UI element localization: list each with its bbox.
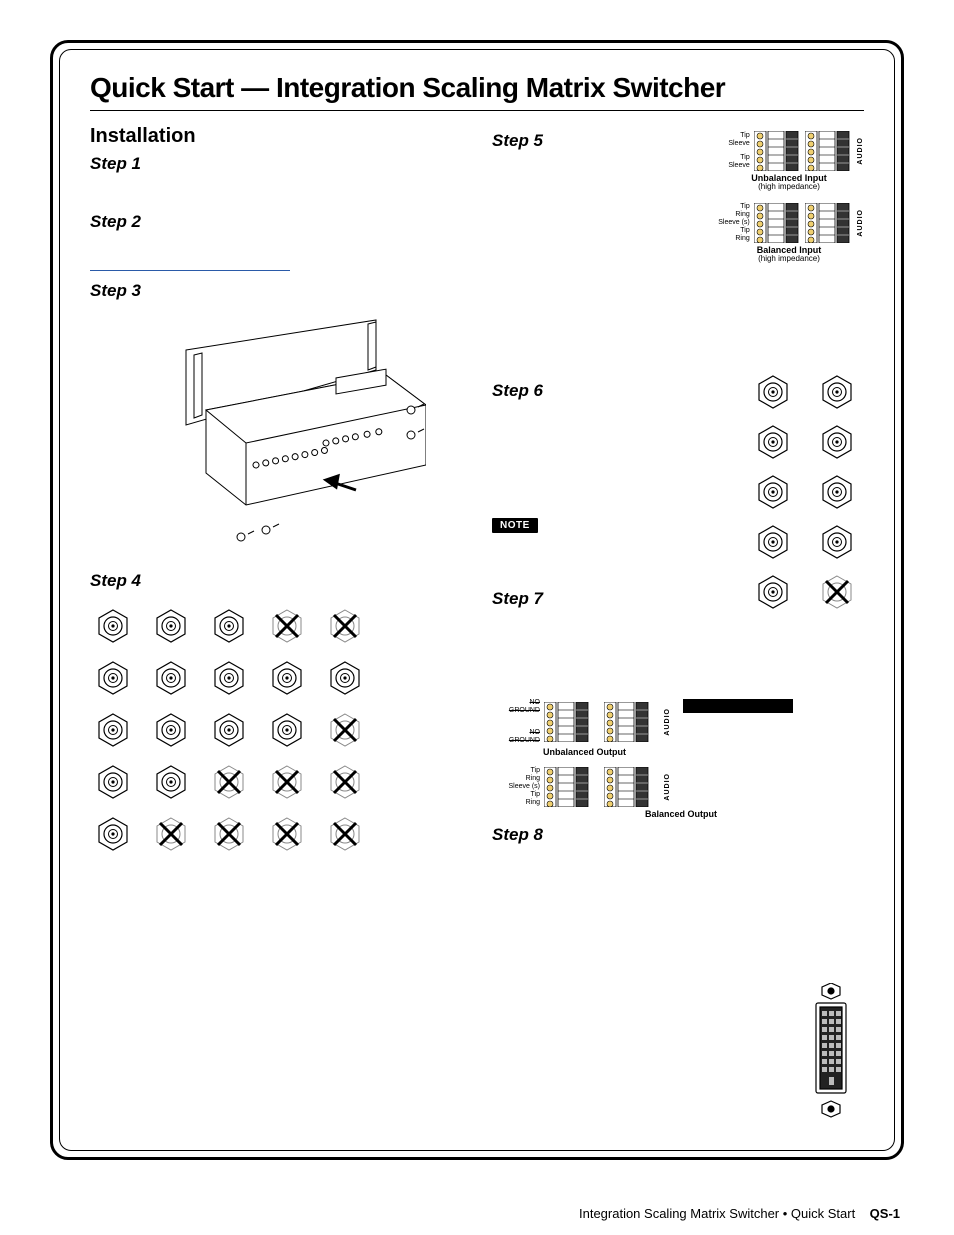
audio-side-label: AUDIO xyxy=(664,708,671,736)
footer-page: QS-1 xyxy=(870,1206,900,1221)
wire-label: Sleeve (s) xyxy=(498,783,540,791)
bnc-connector xyxy=(756,525,790,559)
bnc-not-used xyxy=(212,817,246,851)
audio-input-diagrams: Tip Sleeve Tip Sleeve AUDIO Unb xyxy=(714,131,864,263)
bnc-not-used xyxy=(212,765,246,799)
step-1-heading: Step 1 xyxy=(90,154,462,174)
bnc-connector xyxy=(756,475,790,509)
section-installation: Installation xyxy=(90,125,462,148)
left-column: Installation Step 1 Step 2 Step 3 xyxy=(90,125,462,1123)
bnc-connector xyxy=(96,609,130,643)
bnc-not-used xyxy=(328,817,362,851)
bnc-connector xyxy=(328,661,362,695)
balanced-input-sub: (high impedance) xyxy=(714,255,864,263)
bnc-connector xyxy=(96,765,130,799)
step-8-heading: Step 8 xyxy=(492,825,864,845)
bnc-not-used xyxy=(270,609,304,643)
bnc-connector xyxy=(154,713,188,747)
wire-label: Ring xyxy=(714,211,750,219)
bnc-connector xyxy=(270,713,304,747)
bnc-connector xyxy=(756,375,790,409)
caution-bar xyxy=(683,699,793,713)
bnc-not-used xyxy=(328,609,362,643)
page-title: Quick Start — Integration Scaling Matrix… xyxy=(90,72,864,104)
bnc-not-used xyxy=(154,817,188,851)
wire-label: Ring xyxy=(498,775,540,783)
wire-label: Tip xyxy=(714,227,750,235)
bnc-connector xyxy=(154,609,188,643)
balanced-output-title: Balanced Output xyxy=(645,809,717,819)
serial-connector-icon xyxy=(806,983,856,1123)
audio-connector-icon xyxy=(544,702,600,742)
bnc-connector xyxy=(212,661,246,695)
no-ground-label: NO GROUND xyxy=(498,699,540,715)
bnc-not-used xyxy=(820,575,854,609)
wire-label: Sleeve xyxy=(714,162,750,170)
wire-label: Ring xyxy=(714,235,750,243)
wire-label: Tip xyxy=(498,791,540,799)
audio-connector-icon xyxy=(805,131,853,171)
note-badge: NOTE xyxy=(492,518,538,533)
wire-label: Tip xyxy=(714,132,750,140)
bnc-connector xyxy=(820,475,854,509)
bnc-connector xyxy=(96,713,130,747)
bnc-connector xyxy=(212,609,246,643)
footer-text: Integration Scaling Matrix Switcher • Qu… xyxy=(579,1206,855,1221)
bnc-connector xyxy=(154,765,188,799)
unbalanced-output-title: Unbalanced Output xyxy=(543,747,626,757)
audio-connector-icon xyxy=(604,702,660,742)
step-2-heading: Step 2 xyxy=(90,212,462,232)
step-4-heading: Step 4 xyxy=(90,571,462,591)
audio-connector-icon xyxy=(805,203,853,243)
bnc-connector xyxy=(96,661,130,695)
audio-side-label: AUDIO xyxy=(857,209,864,237)
bnc-connector xyxy=(820,425,854,459)
wire-label: Sleeve (s) xyxy=(714,219,750,227)
audio-side-label: AUDIO xyxy=(664,773,671,801)
bnc-not-used xyxy=(328,713,362,747)
bnc-connector xyxy=(212,713,246,747)
bnc-connector xyxy=(756,425,790,459)
unbalanced-input-sub: (high impedance) xyxy=(714,183,864,191)
bnc-connector xyxy=(820,375,854,409)
rack-mount-illustration xyxy=(126,305,426,565)
bnc-connector xyxy=(756,575,790,609)
audio-connector-icon xyxy=(604,767,660,807)
bnc-not-used xyxy=(270,765,304,799)
bnc-connector xyxy=(154,661,188,695)
bnc-connector xyxy=(820,525,854,559)
bnc-not-used xyxy=(328,765,362,799)
wire-label: Sleeve xyxy=(714,140,750,148)
audio-side-label: AUDIO xyxy=(857,137,864,165)
wire-label: Tip xyxy=(498,767,540,775)
bnc-connector xyxy=(270,661,304,695)
output-bnc-grid xyxy=(756,375,854,609)
no-ground-label: NO GROUND xyxy=(498,729,540,745)
audio-output-diagrams: NO GROUND NO GROUND AUDIO Unbalanced Out… xyxy=(498,699,864,819)
audio-connector-icon xyxy=(754,131,802,171)
step-3-heading: Step 3 xyxy=(90,281,462,301)
bnc-connector xyxy=(96,817,130,851)
title-rule xyxy=(90,110,864,111)
audio-connector-icon xyxy=(544,767,600,807)
input-bnc-grid xyxy=(96,609,462,851)
wire-label: Tip xyxy=(714,154,750,162)
page-footer: Integration Scaling Matrix Switcher • Qu… xyxy=(579,1206,900,1221)
wire-label: Ring xyxy=(498,799,540,807)
divider-rule xyxy=(90,270,290,271)
bnc-not-used xyxy=(270,817,304,851)
right-column: Step 5 Tip Sleeve Tip Sleeve xyxy=(492,125,864,1123)
wire-label: Tip xyxy=(714,203,750,211)
audio-connector-icon xyxy=(754,203,802,243)
